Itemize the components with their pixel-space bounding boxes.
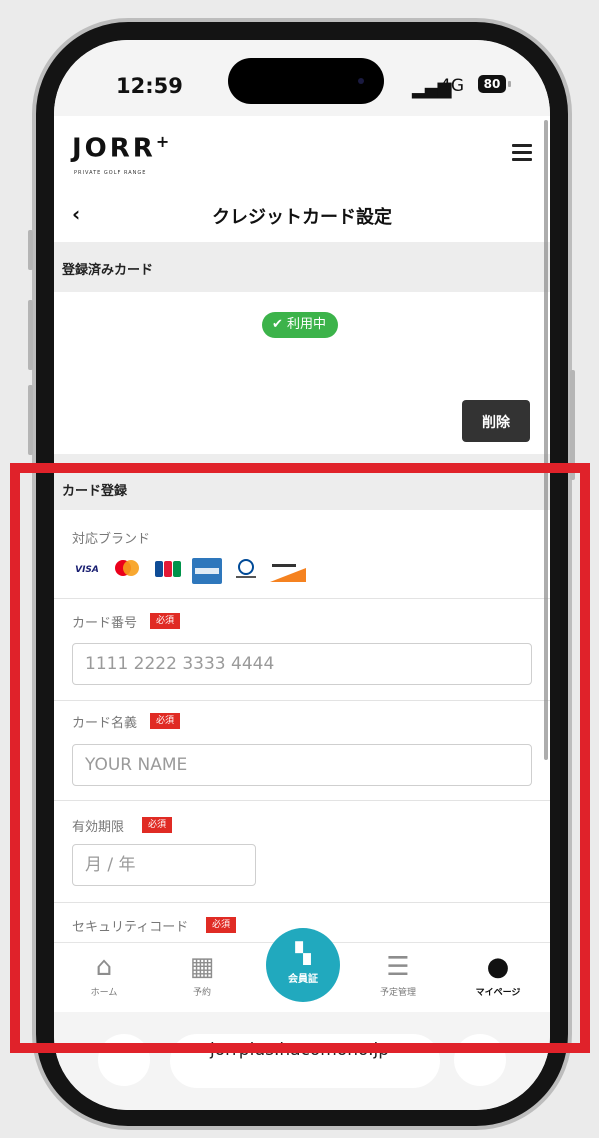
battery-cap xyxy=(508,81,511,87)
logo-subtitle: PRIVATE GOLF RANGE xyxy=(74,170,147,176)
status-time: 12:59 xyxy=(116,74,183,98)
registered-cards-title: 登録済みカード xyxy=(62,263,154,278)
hamburger-menu-icon[interactable] xyxy=(512,144,532,161)
in-use-status-badge: ✔ 利用中 xyxy=(262,312,339,338)
volume-up-button xyxy=(28,300,33,370)
volume-down-button xyxy=(28,385,33,455)
page-title: クレジットカード設定 xyxy=(212,207,392,228)
delete-card-button[interactable]: 削除 xyxy=(462,400,530,442)
title-bar: クレジットカード設定 ‹ xyxy=(54,190,550,243)
logo-text: JORR xyxy=(72,133,156,164)
highlight-box xyxy=(10,463,590,1053)
action-button xyxy=(28,230,33,270)
back-chevron-icon[interactable]: ‹ xyxy=(72,202,80,226)
camera-dot xyxy=(358,78,364,84)
battery-icon: 80 xyxy=(478,75,506,93)
registered-cards-header: 登録済みカード xyxy=(54,242,550,292)
brand-logo[interactable]: JORR+ xyxy=(72,132,169,164)
logo-plus: + xyxy=(155,132,170,151)
network-label: 4G xyxy=(440,76,464,96)
status-bar: 12:59 ▂▄▆ 4G 80 xyxy=(54,40,550,116)
